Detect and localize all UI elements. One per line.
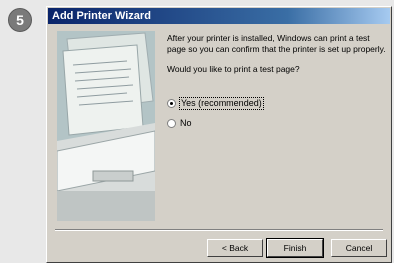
dialog-title: Add Printer Wizard: [48, 8, 390, 24]
option-yes-label[interactable]: Yes (recommended): [179, 97, 264, 110]
back-button[interactable]: < Back: [207, 239, 263, 257]
option-yes[interactable]: Yes (recommended): [167, 97, 389, 111]
radio-no-icon[interactable]: [167, 119, 176, 128]
add-printer-wizard-dialog: Add Printer Wizard After your printer is…: [46, 6, 392, 263]
wizard-content: After your printer is installed, Windows…: [167, 33, 389, 131]
printer-paper-image: [57, 31, 155, 221]
option-no-label[interactable]: No: [180, 118, 192, 129]
option-no[interactable]: No: [167, 117, 389, 131]
printer-illustration: [57, 31, 155, 221]
test-page-question: Would you like to print a test page?: [167, 64, 300, 74]
finish-button[interactable]: Finish: [266, 238, 324, 258]
install-message: After your printer is installed, Windows…: [167, 33, 386, 54]
step-number-badge: 5: [8, 8, 32, 32]
radio-yes-selected-icon[interactable]: [167, 99, 176, 108]
button-separator: [55, 229, 383, 231]
cancel-button[interactable]: Cancel: [331, 239, 387, 257]
